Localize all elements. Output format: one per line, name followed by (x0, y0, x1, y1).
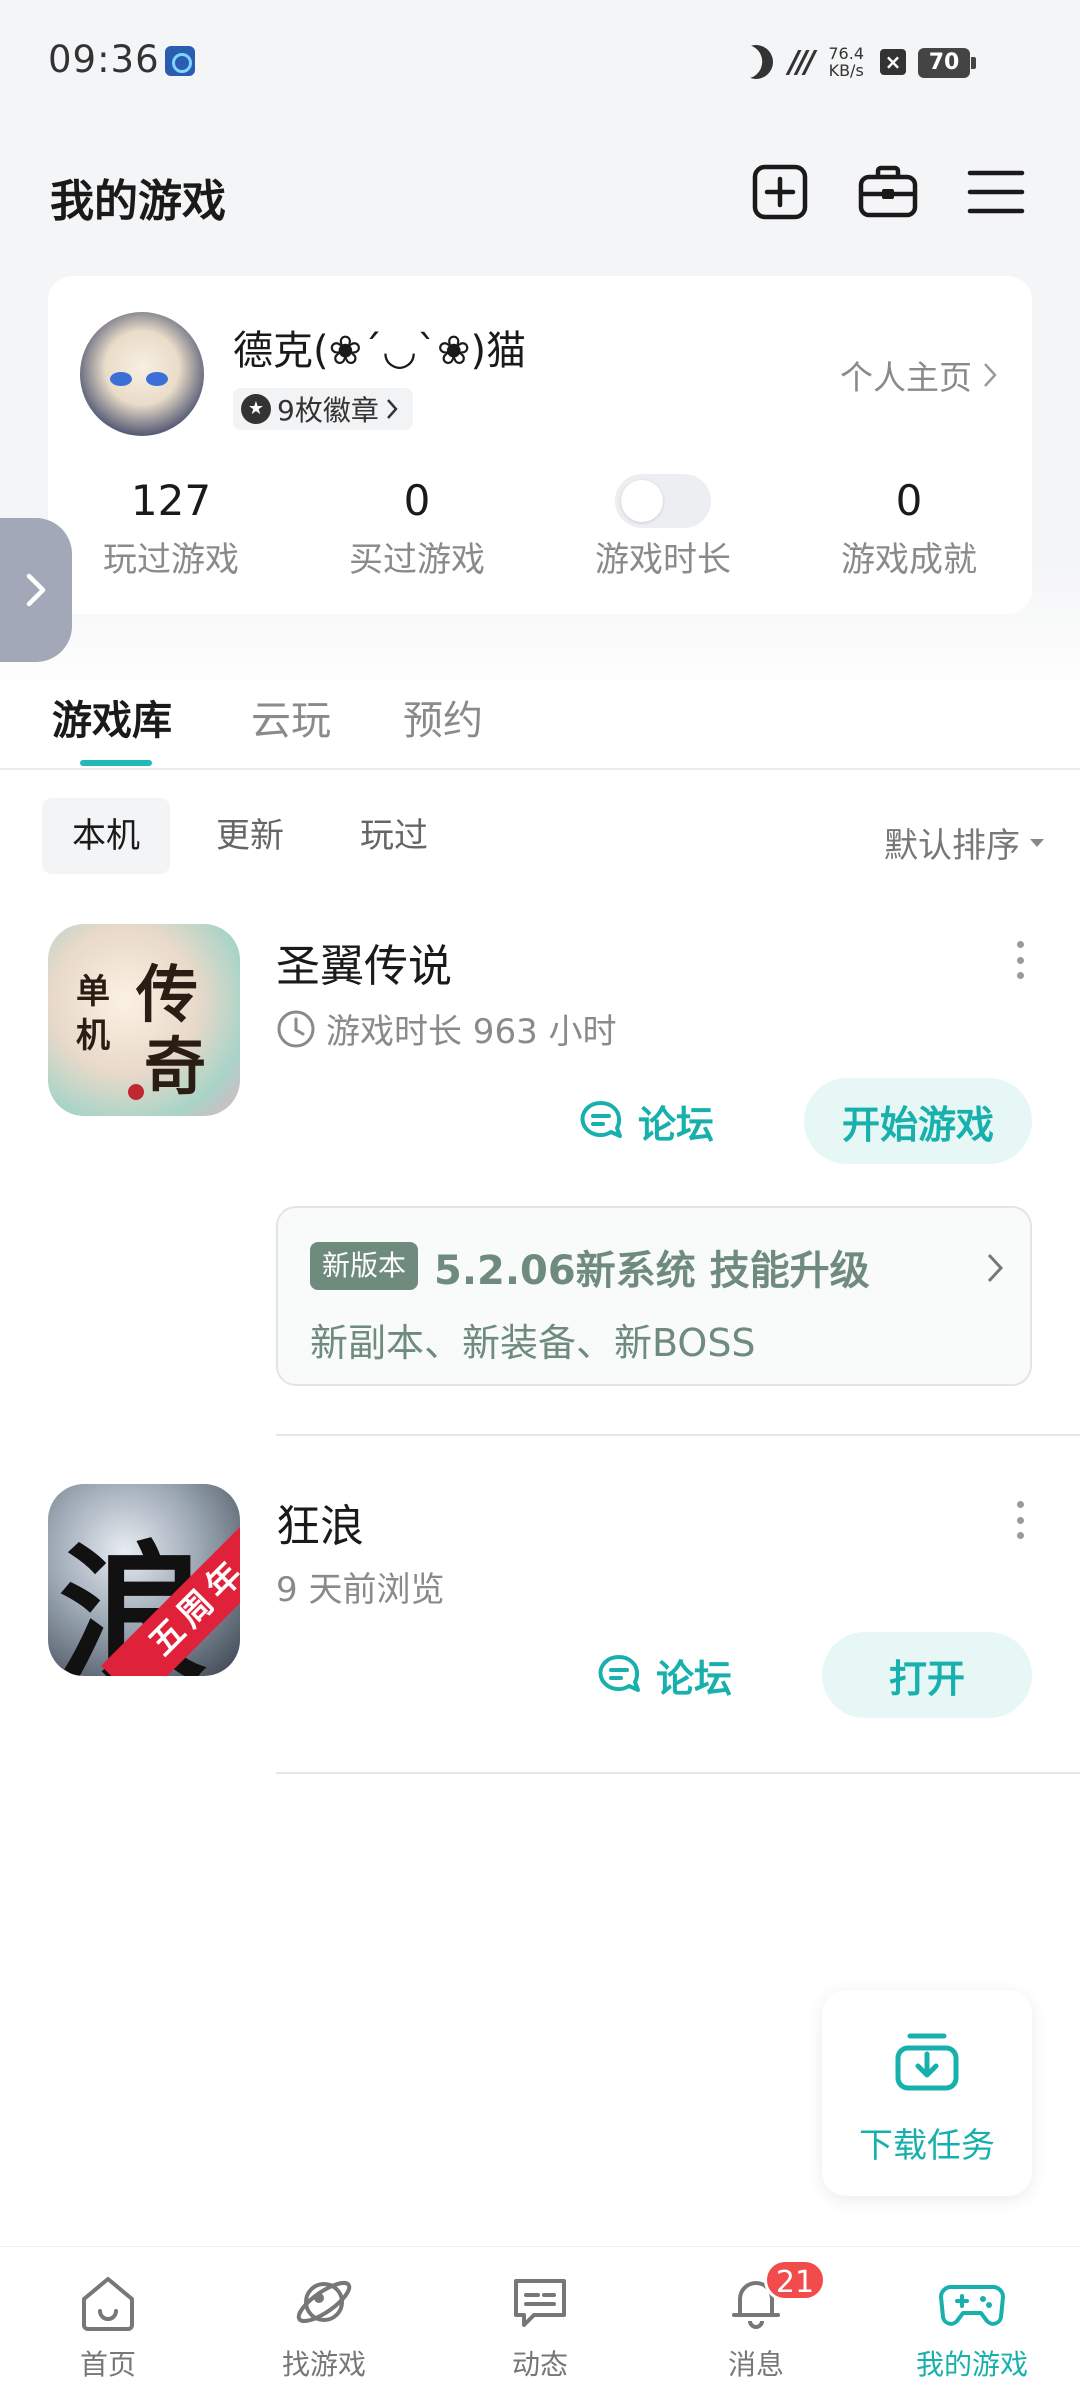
update-notice-card[interactable]: 新版本 5.2.06新系统 技能升级 新副本、新装备、新BOSS (276, 1206, 1032, 1386)
game-last-viewed: 9 天前浏览 (276, 1570, 445, 1610)
chevron-right-icon (987, 1253, 1004, 1283)
side-drawer-handle[interactable] (0, 518, 72, 662)
more-options-button[interactable] (1008, 1495, 1032, 1545)
start-game-button[interactable]: 开始游戏 (804, 1078, 1032, 1164)
hamburger-menu-icon (967, 170, 1025, 214)
notification-app-icon (165, 46, 195, 76)
home-icon (82, 2277, 134, 2331)
stat-label: 玩过游戏 (103, 540, 239, 580)
main-tabs: 游戏库 云玩 预约 (0, 680, 1080, 770)
nav-find-games[interactable]: 找游戏 (254, 2271, 394, 2383)
personal-homepage-link[interactable]: 个人主页 (840, 351, 998, 399)
chat-icon (514, 2279, 566, 2327)
username[interactable]: 德克(❀´◡`❀)猫 (233, 318, 526, 376)
download-tasks-label: 下载任务 (859, 2126, 995, 2166)
sort-dropdown[interactable]: 默认排序 (884, 818, 1046, 867)
battery-indicator: 70 (918, 48, 976, 78)
plus-square-icon (752, 164, 808, 220)
game-title[interactable]: 狂浪 (276, 1490, 364, 1554)
subtab-updates[interactable]: 更新 (186, 798, 314, 874)
update-title: 5.2.06新系统 技能升级 (434, 1248, 870, 1294)
stat-value: 0 (403, 476, 431, 525)
game-playtime: 游戏时长 963 小时 (276, 1004, 617, 1053)
stat-value: 127 (130, 476, 212, 525)
subtab-local[interactable]: 本机 (42, 798, 170, 874)
do-not-disturb-icon (734, 40, 778, 84)
stat-played-games[interactable]: 127 玩过游戏 (48, 474, 294, 581)
tab-cloud-play[interactable]: 云玩 (251, 688, 331, 746)
toolbox-icon (858, 165, 918, 218)
status-time: 09:36 (48, 38, 160, 81)
play-time-toggle[interactable] (615, 474, 711, 528)
stat-bought-games[interactable]: 0 买过游戏 (294, 474, 540, 581)
nav-feed[interactable]: 动态 (470, 2271, 610, 2383)
download-tasks-button[interactable]: 下载任务 (822, 1990, 1032, 2196)
stat-play-time[interactable]: 游戏时长 (540, 474, 786, 581)
signal-icon: /// (788, 44, 816, 80)
game-icon-shengyi[interactable]: 单 机 传 奇 (48, 924, 240, 1116)
new-version-tag: 新版本 (310, 1242, 419, 1290)
download-tray-icon (895, 2033, 959, 2091)
tab-reservation[interactable]: 预约 (403, 688, 483, 746)
update-description: 新副本、新装备、新BOSS (310, 1321, 756, 1365)
divider (276, 1772, 1080, 1774)
forum-icon (598, 1654, 640, 1692)
game-title[interactable]: 圣翼传说 (276, 930, 452, 994)
menu-button[interactable] (964, 160, 1028, 224)
unread-badge: 21 (764, 2259, 826, 2301)
badge-count: 9枚徽章 (277, 394, 379, 427)
nav-messages[interactable]: 21 消息 (686, 2259, 826, 2383)
profile-stats: 127 玩过游戏 0 买过游戏 游戏时长 0 游戏成就 (48, 474, 1032, 581)
gamepad-icon (939, 2285, 1005, 2326)
profile-card: 德克(❀´◡`❀)猫 9枚徽章 个人主页 127 玩过游戏 0 买过游戏 游戏时… (48, 276, 1032, 614)
nav-my-games[interactable]: 我的游戏 (902, 2271, 1042, 2383)
more-options-button[interactable] (1008, 935, 1032, 985)
stat-label: 游戏时长 (595, 540, 731, 580)
avatar[interactable] (80, 312, 204, 436)
medal-icon (241, 394, 271, 424)
sort-label: 默认排序 (884, 826, 1020, 866)
forum-icon (580, 1100, 622, 1138)
caret-down-icon (1030, 838, 1044, 847)
chevron-right-icon (386, 399, 398, 419)
chevron-right-icon (26, 573, 46, 607)
page-title: 我的游戏 (50, 176, 226, 227)
tab-indicator (80, 760, 152, 766)
stat-label: 买过游戏 (349, 540, 485, 580)
tab-game-library[interactable]: 游戏库 (52, 688, 172, 746)
seal-mark (128, 1084, 144, 1100)
nav-home[interactable]: 首页 (38, 2271, 178, 2383)
chevron-right-icon (984, 363, 997, 387)
add-game-button[interactable] (748, 160, 812, 224)
badge-chip[interactable]: 9枚徽章 (233, 388, 413, 430)
forum-button[interactable]: 论坛 (578, 1078, 714, 1164)
game-icon-kuanglang[interactable]: 浪 五周年 (48, 1484, 240, 1676)
planet-icon (296, 2280, 352, 2324)
network-speed: 76.4 KB/s (828, 44, 864, 80)
divider (276, 1434, 1080, 1436)
stat-achievements[interactable]: 0 游戏成就 (786, 474, 1032, 581)
subtab-played[interactable]: 玩过 (330, 798, 458, 874)
clock-icon (277, 1010, 315, 1047)
bottom-navigation: 首页 找游戏 动态 21 消息 我的游戏 (0, 2246, 1080, 2408)
toolbox-button[interactable] (856, 160, 920, 224)
no-sim-icon: × (880, 49, 906, 75)
status-bar: 09:36 /// 76.4 KB/s × 70 (0, 0, 1080, 125)
stat-value (540, 474, 786, 528)
forum-button[interactable]: 论坛 (596, 1632, 732, 1718)
home-link-label: 个人主页 (840, 358, 972, 397)
stat-value: 0 (895, 476, 923, 525)
open-game-button[interactable]: 打开 (822, 1632, 1032, 1718)
stat-label: 游戏成就 (841, 540, 977, 580)
